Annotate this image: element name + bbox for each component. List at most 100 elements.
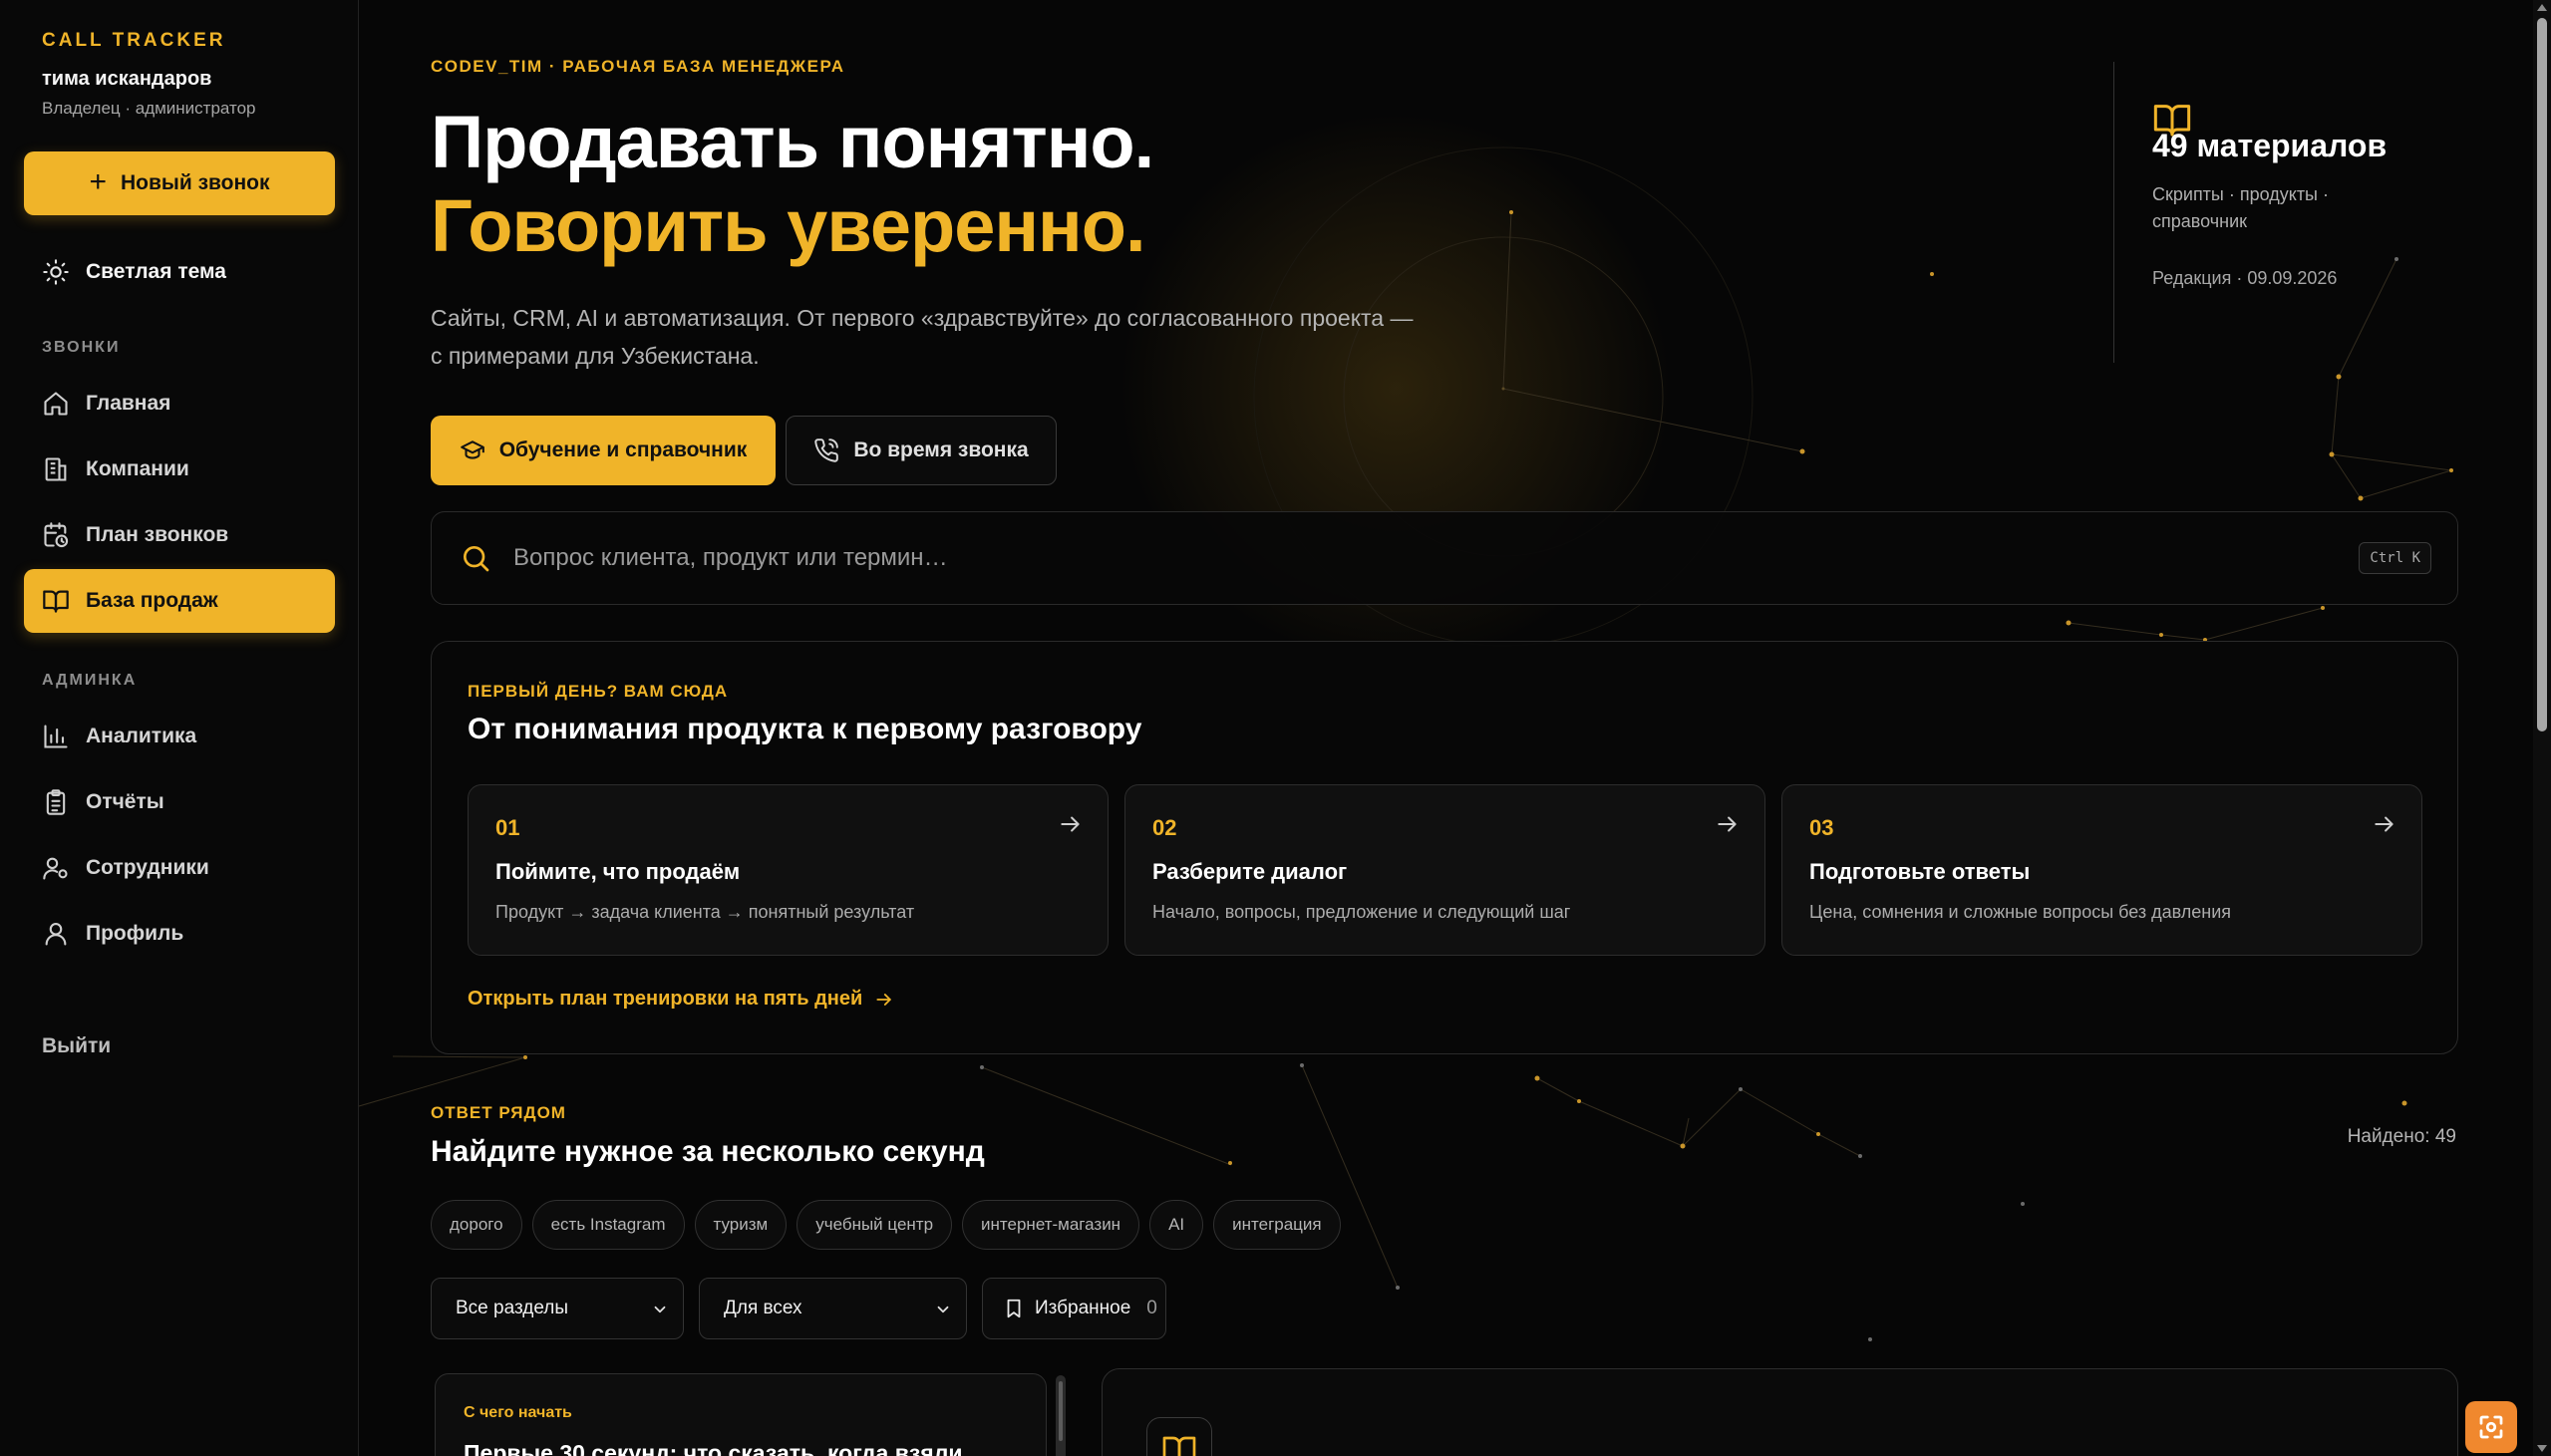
sidebar-item-employees[interactable]: Сотрудники bbox=[24, 836, 335, 900]
results-count: Найдено: 49 bbox=[2347, 1126, 2456, 1147]
arrow-right-icon bbox=[2375, 816, 2393, 832]
favorites-count: 0 bbox=[1146, 1298, 1157, 1318]
materials-stats: 49 материалов Скрипты · продукты · справ… bbox=[2113, 62, 2452, 363]
sidebar-item-sales-base[interactable]: База продаж bbox=[24, 569, 335, 633]
bookmark-icon bbox=[1007, 1299, 1021, 1318]
arrow-right-icon bbox=[876, 993, 892, 1006]
section-label-admin: АДМИНКА bbox=[42, 672, 138, 689]
theme-toggle-label: Светлая тема bbox=[86, 260, 226, 283]
sidebar-item-label: Главная bbox=[86, 392, 171, 415]
hero-eyebrow: CODEV_TIM · РАБОЧАЯ БАЗА МЕНЕДЖЕРА bbox=[431, 57, 845, 76]
book-open-icon bbox=[43, 590, 69, 613]
scroll-down-arrow-icon[interactable] bbox=[2537, 1445, 2547, 1452]
section-select[interactable]: Все разделы bbox=[431, 1278, 684, 1339]
search-input[interactable] bbox=[513, 544, 2338, 572]
section-select-value: Все разделы bbox=[456, 1298, 568, 1318]
plus-icon: + bbox=[89, 164, 107, 198]
finder-title: Найдите нужное за несколько секунд bbox=[431, 1135, 985, 1168]
hero-lead-line1: Сайты, CRM, AI и автоматизация. От перво… bbox=[431, 305, 1414, 331]
favorites-filter-button[interactable]: Избранное 0 bbox=[982, 1278, 1166, 1339]
onboarding-step-card[interactable]: 01 Поймите, что продаём Продукт → задача… bbox=[468, 784, 1109, 956]
onboarding-title: От понимания продукта к первому разговор… bbox=[468, 713, 1142, 745]
sidebar-item-label: Отчёты bbox=[86, 790, 164, 813]
arrow-right-icon bbox=[1061, 816, 1080, 832]
sidebar-item-analytics[interactable]: Аналитика bbox=[24, 705, 335, 768]
hero-title-line2: Говорить уверенно. bbox=[431, 184, 1146, 267]
during-call-button[interactable]: Во время звонка bbox=[786, 416, 1057, 485]
new-call-button[interactable]: + Новый звонок bbox=[24, 151, 335, 215]
scrollbar-thumb[interactable] bbox=[2537, 18, 2547, 731]
learning-button-label: Обучение и справочник bbox=[498, 438, 748, 461]
hero-lead-line2: с примерами для Узбекистана. bbox=[431, 343, 760, 369]
sidebar-item-label: Профиль bbox=[86, 922, 184, 945]
section-label-calls: ЗВОНКИ bbox=[42, 339, 121, 356]
step-description: Начало, вопросы, предложение и следующий… bbox=[1152, 902, 1571, 922]
results-list-scrollbar[interactable] bbox=[1056, 1375, 1066, 1456]
filter-chip[interactable]: интеграция bbox=[1213, 1200, 1341, 1250]
scroll-up-arrow-icon[interactable] bbox=[2537, 4, 2547, 11]
learning-button[interactable]: Обучение и справочник bbox=[431, 416, 776, 485]
step-title: Разберите диалог bbox=[1152, 859, 1348, 884]
step-description: Цена, сомнения и сложные вопросы без дав… bbox=[1809, 902, 2232, 922]
logout-link[interactable]: Выйти bbox=[42, 1034, 111, 1058]
bar-chart-icon bbox=[44, 725, 68, 748]
hero-title-line1: Продавать понятно. bbox=[431, 101, 1154, 183]
during-call-button-label: Во время звонка bbox=[853, 438, 1029, 461]
graduation-cap-icon bbox=[460, 440, 484, 459]
result-card-title: Первые 30 секунд: что сказать, когда взя… bbox=[464, 1440, 963, 1456]
audience-select[interactable]: Для всех bbox=[699, 1278, 967, 1339]
materials-categories: Скрипты · продукты · справочник bbox=[2152, 184, 2329, 231]
user-role: Владелец · администратор bbox=[42, 99, 256, 118]
home-icon bbox=[44, 392, 68, 416]
onboarding-eyebrow: ПЕРВЫЙ ДЕНЬ? ВАМ СЮДА bbox=[468, 682, 729, 701]
book-open-icon bbox=[1162, 1436, 1196, 1456]
sidebar-item-profile[interactable]: Профиль bbox=[24, 902, 335, 966]
theme-toggle[interactable]: Светлая тема bbox=[42, 258, 226, 286]
sidebar-item-companies[interactable]: Компании bbox=[24, 437, 335, 501]
step-number: 02 bbox=[1152, 815, 1177, 840]
onboarding-panel: ПЕРВЫЙ ДЕНЬ? ВАМ СЮДА От понимания проду… bbox=[431, 641, 2458, 1054]
quick-filter-chips: дорого есть Instagram туризм учебный цен… bbox=[431, 1200, 1341, 1250]
material-icon-frame bbox=[1146, 1417, 1212, 1456]
users-icon bbox=[43, 857, 68, 880]
brand-logo: CALL TRACKER bbox=[42, 30, 226, 51]
onboarding-step-card[interactable]: 03 Подготовьте ответы Цена, сомнения и с… bbox=[1781, 784, 2422, 956]
keyboard-shortcut-hint: Ctrl K bbox=[2359, 542, 2431, 574]
search-bar: Ctrl K bbox=[431, 511, 2458, 605]
phone-call-icon bbox=[814, 438, 839, 462]
training-plan-link[interactable]: Открыть план тренировки на пять дней bbox=[468, 988, 894, 1011]
step-number: 01 bbox=[495, 815, 520, 840]
filter-chip[interactable]: туризм bbox=[694, 1200, 788, 1250]
search-icon bbox=[464, 546, 489, 572]
sidebar-item-label: Сотрудники bbox=[86, 856, 209, 879]
step-number: 03 bbox=[1809, 815, 1834, 840]
sidebar-item-call-plan[interactable]: План звонков bbox=[24, 503, 335, 567]
step-description: Продукт → задача клиента → понятный резу… bbox=[495, 902, 915, 922]
filter-chip[interactable]: интернет-магазин bbox=[962, 1200, 1140, 1250]
sidebar-item-label: Аналитика bbox=[86, 725, 197, 747]
filter-chip[interactable]: AI bbox=[1149, 1200, 1204, 1250]
screenshot-capture-button[interactable] bbox=[2465, 1401, 2517, 1453]
building-icon bbox=[45, 457, 67, 481]
clipboard-icon bbox=[46, 789, 66, 815]
sun-icon bbox=[43, 259, 69, 285]
filter-chip[interactable]: учебный центр bbox=[797, 1200, 953, 1250]
result-card[interactable]: С чего начать Первые 30 секунд: что сказ… bbox=[435, 1373, 1047, 1456]
edition-date: Редакция · 09.09.2026 bbox=[2152, 268, 2338, 288]
materials-count: 49 материалов bbox=[2152, 128, 2388, 163]
hero-lead: Сайты, CRM, AI и автоматизация. От перво… bbox=[431, 299, 1428, 375]
new-call-label: Новый звонок bbox=[121, 171, 270, 194]
filter-chip[interactable]: есть Instagram bbox=[531, 1200, 685, 1250]
chevron-down-icon bbox=[654, 1306, 666, 1313]
user-icon bbox=[45, 923, 67, 946]
filter-chip[interactable]: дорого bbox=[431, 1200, 522, 1250]
sidebar-item-home[interactable]: Главная bbox=[24, 372, 335, 436]
onboarding-step-card[interactable]: 02 Разберите диалог Начало, вопросы, пре… bbox=[1124, 784, 1765, 956]
chevron-down-icon bbox=[937, 1306, 949, 1313]
sidebar-item-reports[interactable]: Отчёты bbox=[24, 770, 335, 834]
training-plan-link-label: Открыть план тренировки на пять дней bbox=[468, 988, 863, 1010]
capture-frame-icon bbox=[2479, 1415, 2503, 1439]
window-scrollbar[interactable] bbox=[2533, 0, 2551, 1456]
finder-eyebrow: ОТВЕТ РЯДОМ bbox=[431, 1103, 566, 1122]
step-title: Поймите, что продаём bbox=[495, 859, 741, 884]
